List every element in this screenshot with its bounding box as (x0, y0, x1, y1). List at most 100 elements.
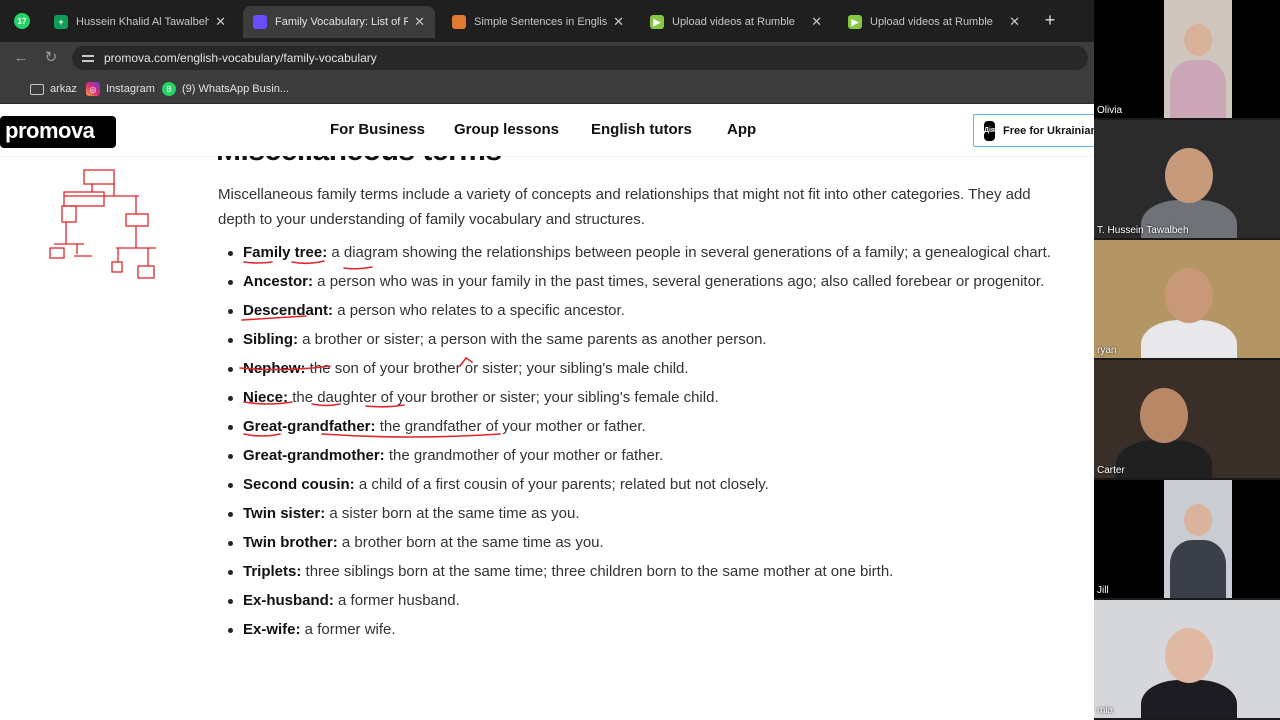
term-item: Second cousin: a child of a first cousin… (218, 472, 1058, 497)
tab-strip: 17 +Hussein Khalid Al Tawalbeh - G✕Famil… (0, 0, 1094, 42)
cta-label: Free for Ukrainians (1003, 124, 1094, 137)
term-definition: a child of a first cousin of your parent… (354, 476, 769, 493)
term-name: Twin brother: (243, 534, 338, 551)
term-item: Twin sister: a sister born at the same t… (218, 501, 1058, 526)
participant-video (1094, 120, 1280, 238)
url-text: promova.com/english-vocabulary/family-vo… (104, 51, 377, 65)
term-name: Triplets: (243, 563, 302, 580)
term-definition: a person who relates to a specific ances… (333, 302, 625, 319)
participant-face (1184, 24, 1212, 57)
participant-tile[interactable]: mia (1094, 600, 1280, 718)
participant-tile[interactable]: Jill (1094, 480, 1280, 598)
close-icon[interactable]: ✕ (1009, 14, 1020, 30)
site-icon (452, 15, 466, 29)
participant-figure (1116, 440, 1212, 478)
term-definition: the son of your brother or sister; your … (305, 360, 689, 377)
google-sheets-icon: + (54, 15, 68, 29)
participant-tile[interactable]: T. Hussein Tawalbeh (1094, 120, 1280, 238)
nav-english-tutors[interactable]: English tutors (591, 121, 692, 138)
term-name: Family tree: (243, 244, 328, 261)
bookmark-whatsapp-business[interactable]: B (9) WhatsApp Busin... (162, 80, 289, 98)
participant-figure (1141, 320, 1237, 358)
term-item: Ex-wife: a former wife. (218, 617, 1058, 642)
address-bar-row: ← ↻ promova.com/english-vocabulary/famil… (0, 42, 1094, 74)
participant-figure (1170, 540, 1226, 598)
participant-name: Olivia (1097, 105, 1123, 116)
term-item: Twin brother: a brother born at the same… (218, 530, 1058, 555)
site-settings-icon[interactable] (82, 53, 94, 63)
participant-face (1165, 628, 1213, 684)
term-definition: the daughter of your brother or sister; … (288, 389, 719, 406)
participant-face (1184, 504, 1212, 537)
family-tree-sketch (49, 169, 156, 279)
term-name: Second cousin: (243, 476, 355, 493)
tab-title: Upload videos at Rumble (672, 16, 795, 28)
term-definition: a diagram showing the relationships betw… (327, 244, 1051, 261)
close-icon[interactable]: ✕ (613, 14, 624, 30)
browser-tab[interactable]: Simple Sentences in English: 50 ✕ (442, 6, 634, 38)
folder-icon (30, 83, 44, 95)
term-name: Twin sister: (243, 505, 326, 522)
term-definition: a brother or sister; a person with the s… (298, 331, 767, 348)
bookmark-arkaz[interactable]: arkaz (30, 80, 77, 98)
participant-video (1094, 360, 1280, 478)
rumble-icon: ▶ (650, 15, 664, 29)
participant-face (1165, 268, 1213, 324)
intro-paragraph: Miscellaneous family terms include a var… (218, 186, 1031, 228)
url-input[interactable]: promova.com/english-vocabulary/family-vo… (72, 46, 1088, 70)
tab-title: Upload videos at Rumble (870, 16, 993, 28)
term-name: Great-grandfather: (243, 418, 376, 435)
term-item: Nephew: the son of your brother or siste… (218, 356, 1058, 381)
promova-icon (253, 15, 267, 29)
participant-video (1164, 0, 1232, 118)
close-icon[interactable]: ✕ (811, 14, 822, 30)
term-definition: three siblings born at the same time; th… (301, 563, 894, 580)
browser-tab[interactable]: + Hussein Khalid Al Tawalbeh - G ✕ (44, 6, 236, 38)
participant-tile[interactable]: ryan (1094, 240, 1280, 358)
browser-tab[interactable]: ▶ Upload videos at Rumble ✕ (640, 6, 832, 38)
term-item: Triplets: three siblings born at the sam… (218, 559, 1058, 584)
term-name: Ex-wife: (243, 621, 301, 638)
term-definition: a person who was in your family in the p… (313, 273, 1045, 290)
bookmark-label: Instagram (106, 83, 155, 95)
term-name: Great-grandmother: (243, 447, 385, 464)
free-for-ukrainians-button[interactable]: Дія Free for Ukrainians (973, 114, 1094, 147)
participant-tile[interactable]: Olivia (1094, 0, 1280, 118)
participant-tile[interactable]: Carter (1094, 360, 1280, 478)
term-definition: a brother born at the same time as you. (337, 534, 604, 551)
bookmarks-bar: arkaz ◎ Instagram B (9) WhatsApp Busin..… (0, 74, 1094, 104)
participant-video (1094, 600, 1280, 718)
term-item: Ex-husband: a former husband. (218, 588, 1058, 613)
tab-title: Hussein Khalid Al Tawalbeh - G (76, 16, 210, 28)
site-header: promova For Business Group lessons Engli… (0, 104, 1094, 156)
diia-icon: Дія (984, 120, 996, 141)
new-tab-button[interactable]: + (1040, 10, 1060, 31)
whatsapp-tab-icon[interactable]: 17 (14, 13, 30, 29)
nav-for-business[interactable]: For Business (330, 121, 425, 138)
nav-app[interactable]: App (727, 121, 756, 138)
nav-group-lessons[interactable]: Group lessons (454, 121, 559, 138)
web-page: promova For Business Group lessons Engli… (0, 104, 1094, 720)
term-name: Descendant: (243, 302, 334, 319)
browser-tab[interactable]: ▶ Upload videos at Rumble ✕ (838, 6, 1030, 38)
screen: 17 +Hussein Khalid Al Tawalbeh - G✕Famil… (0, 0, 1280, 720)
close-icon[interactable]: ✕ (414, 14, 425, 30)
browser-tab[interactable]: Family Vocabulary: List of Relat ✕ (243, 6, 435, 38)
participant-video (1164, 480, 1232, 598)
term-item: Great-grandmother: the grandmother of yo… (218, 443, 1058, 468)
participant-face (1165, 148, 1213, 204)
participant-figure (1170, 60, 1226, 118)
close-icon[interactable]: ✕ (215, 14, 226, 30)
term-definition: the grandfather of your mother or father… (375, 418, 646, 435)
tab-title: Simple Sentences in English: 50 (474, 16, 608, 28)
promova-logo[interactable]: promova (0, 116, 116, 148)
term-name: Sibling: (243, 331, 298, 348)
term-item: Great-grandfather: the grandfather of yo… (218, 414, 1058, 439)
term-definition: a former husband. (333, 592, 460, 609)
back-button[interactable]: ← (12, 49, 30, 67)
bookmark-instagram[interactable]: ◎ Instagram (86, 80, 155, 98)
reload-button[interactable]: ↻ (42, 49, 60, 67)
participant-name: Carter (1097, 465, 1125, 476)
term-name: Ex-husband: (243, 592, 334, 609)
term-definition: a former wife. (300, 621, 396, 638)
